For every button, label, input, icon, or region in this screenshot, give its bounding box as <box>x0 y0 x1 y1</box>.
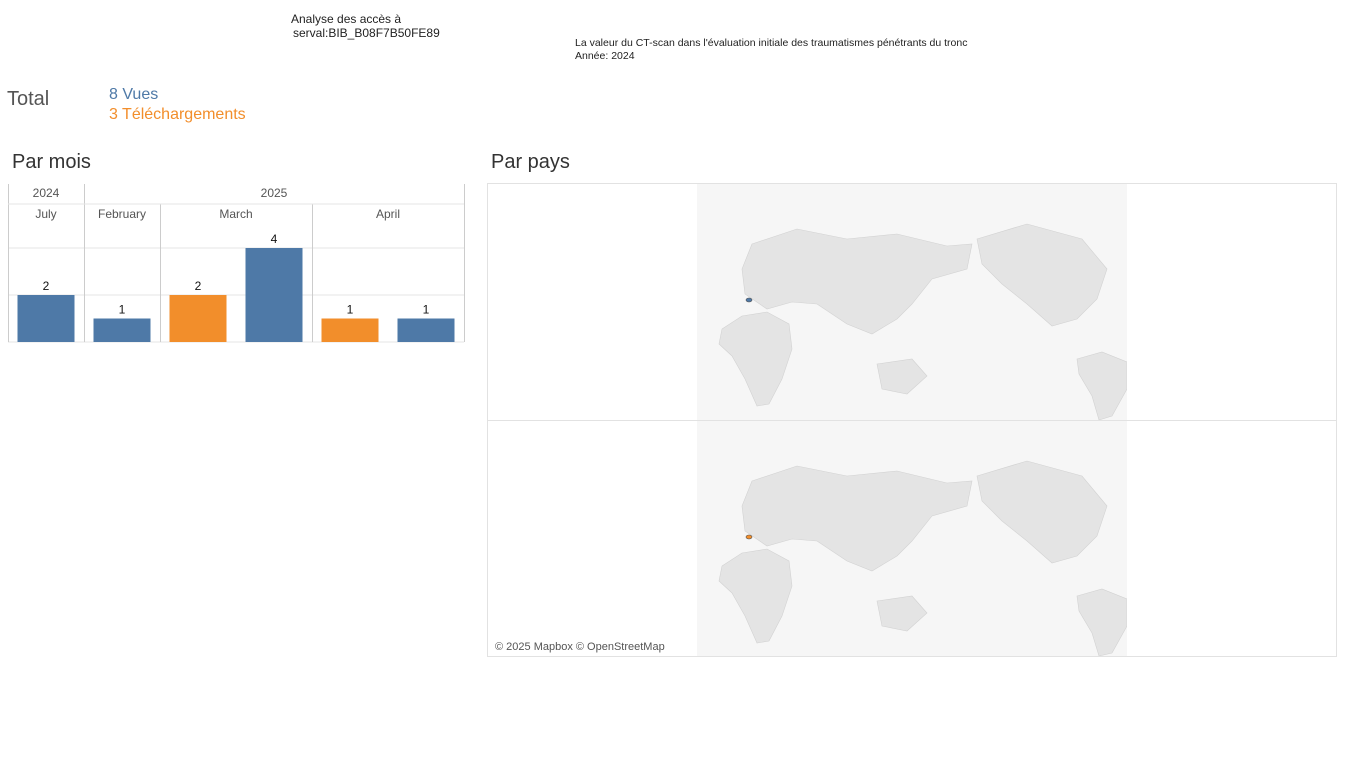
map-downloads[interactable]: © 2025 Mapbox © OpenStreetMap <box>488 421 1336 656</box>
bar-value-label: 4 <box>271 232 278 246</box>
bar-vues <box>397 318 455 342</box>
map-marker-downloads <box>745 534 753 540</box>
month-label: February <box>98 207 146 221</box>
month-label: April <box>376 207 400 221</box>
report-title-line1: Analyse des accès à <box>291 12 402 26</box>
report-title: Analyse des accès à serval:BIB_B08F7B50F… <box>291 12 440 40</box>
map-marker-views <box>745 297 753 303</box>
bar-value-label: 2 <box>195 279 202 293</box>
bar-vues <box>245 248 303 342</box>
bar-value-label: 1 <box>347 303 354 317</box>
map-views[interactable] <box>488 184 1336 421</box>
section-title-par-pays: Par pays <box>491 151 570 173</box>
year-label: 2024 <box>33 186 60 200</box>
report-title-line2: serval:BIB_B08F7B50FE89 <box>293 26 440 40</box>
month-label: March <box>219 207 252 221</box>
bar-value-label: 1 <box>119 303 126 317</box>
world-map-views <box>697 184 1127 420</box>
document-info: La valeur du CT-scan dans l'évaluation i… <box>575 37 967 63</box>
bar-telechargements <box>321 318 379 342</box>
total-label: Total <box>7 88 50 110</box>
bar-telechargements <box>169 295 227 342</box>
document-year: Année: 2024 <box>575 50 635 62</box>
world-map-downloads <box>697 421 1127 656</box>
bar-vues <box>93 318 151 342</box>
bar-value-label: 2 <box>43 279 50 293</box>
document-title: La valeur du CT-scan dans l'évaluation i… <box>575 37 968 49</box>
bar-value-label: 1 <box>423 303 430 317</box>
map-credit: © 2025 Mapbox © OpenStreetMap <box>495 641 665 653</box>
year-label: 2025 <box>261 186 288 200</box>
month-label: July <box>35 207 56 221</box>
bar-vues <box>17 295 75 342</box>
monthly-bar-chart: 2024 2025 July February March April 2 1 2 4 1 1 <box>8 184 465 343</box>
section-title-par-mois: Par mois <box>12 151 91 173</box>
country-map[interactable]: © 2025 Mapbox © OpenStreetMap <box>487 183 1337 657</box>
total-downloads: 3 Téléchargements <box>109 106 246 123</box>
total-views: 8 Vues <box>109 86 159 103</box>
